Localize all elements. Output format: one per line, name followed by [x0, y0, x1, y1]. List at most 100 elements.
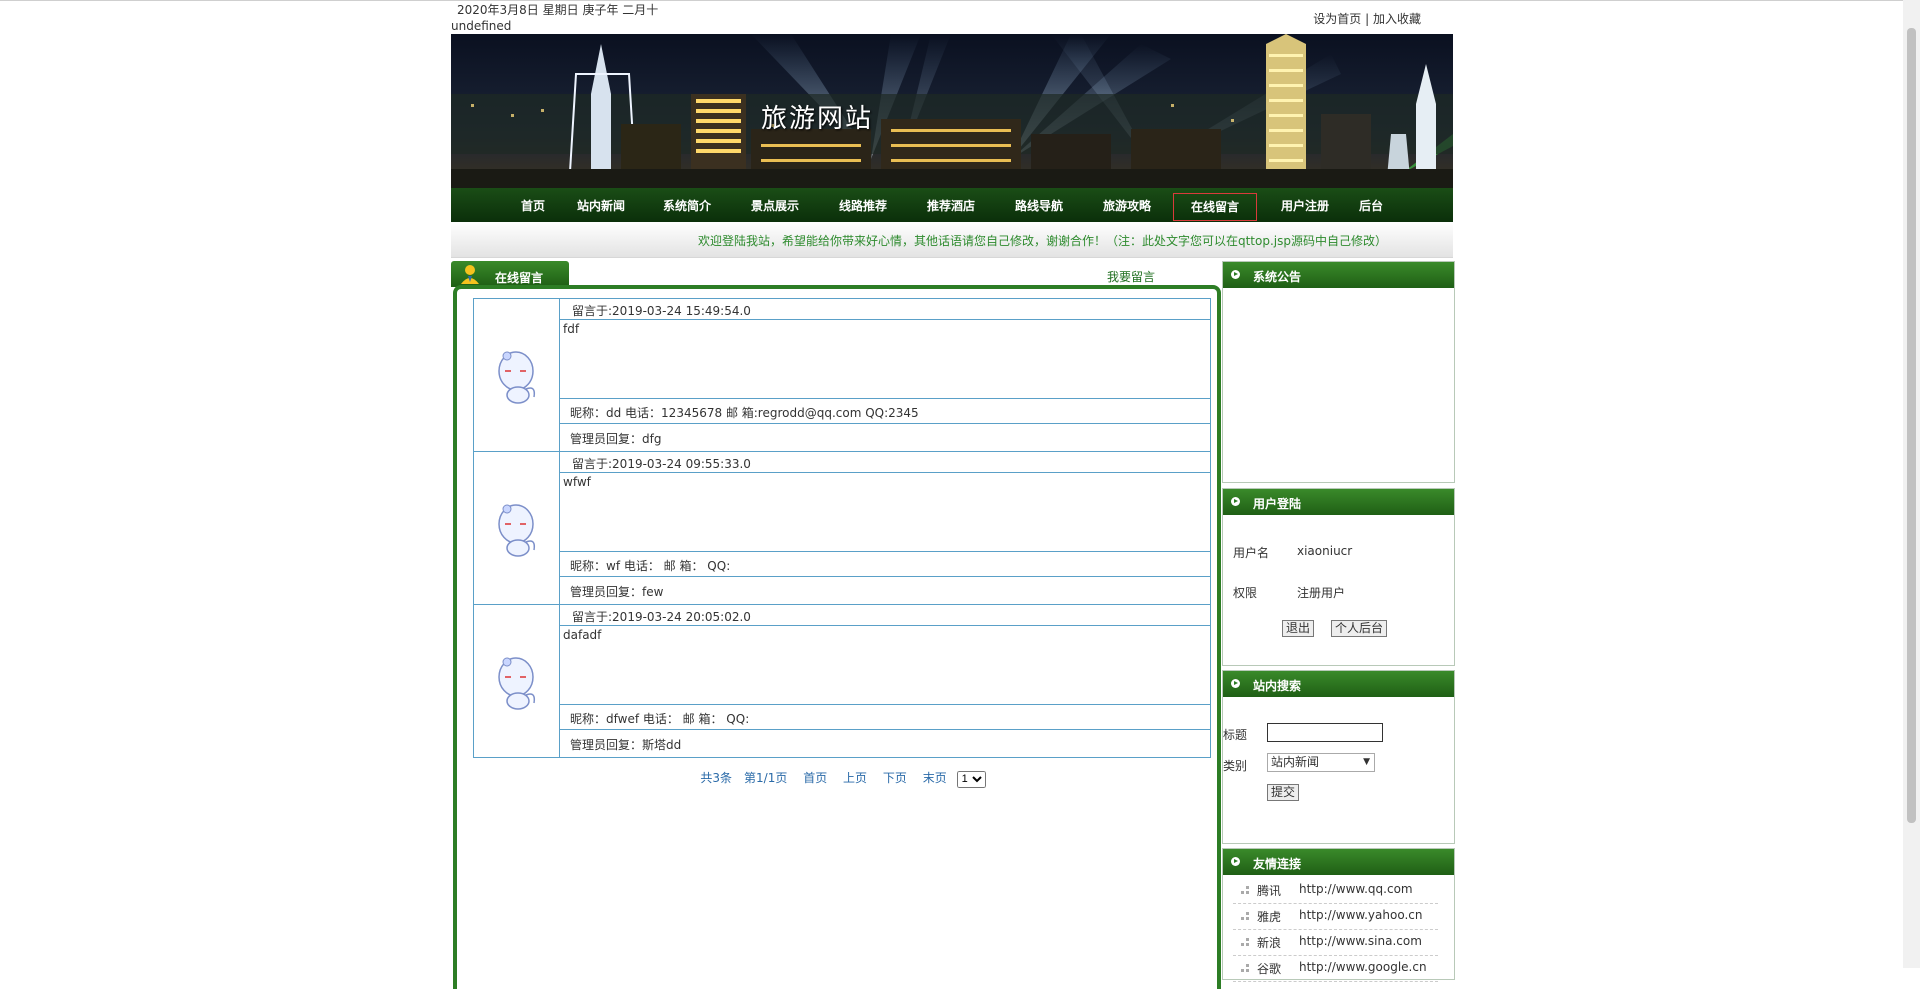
- nav-travel-tips[interactable]: 旅游攻略: [1097, 193, 1157, 219]
- message-reply: 管理员回复：few: [570, 585, 664, 599]
- date-bar: 2020年3月8日 星期日 庚子年 二月十 undefined 设为首页 | 加…: [451, 2, 1453, 34]
- links-header: 友情连接: [1223, 849, 1454, 875]
- banner-city-night-image: [451, 34, 1453, 188]
- notice-title: 系统公告: [1253, 270, 1302, 284]
- message-time-row: 留言于:2019-03-24 15:49:54.0: [560, 299, 1210, 320]
- friend-link-url[interactable]: http://www.qq.com: [1299, 882, 1413, 896]
- role-value: 注册用户: [1297, 586, 1346, 600]
- message-info-row: 昵称：wf 电话： 邮 箱： QQ:: [560, 552, 1210, 577]
- message-content-row: fdf: [560, 320, 1210, 399]
- arrow-icon: [1231, 270, 1240, 279]
- friend-link-name: 新浪: [1257, 936, 1282, 950]
- friend-link-url[interactable]: http://www.sina.com: [1299, 934, 1422, 948]
- nav-system-intro[interactable]: 系统简介: [657, 193, 717, 219]
- page-wrapper: 2020年3月8日 星期日 庚子年 二月十 undefined 设为首页 | 加…: [451, 0, 1455, 989]
- login-box: 用户登陆 用户名 xiaoniucr 权限 注册用户 退出 个人后台: [1222, 488, 1455, 666]
- message-content: fdf: [563, 322, 580, 336]
- message-reply-row: 管理员回复：few: [560, 577, 1210, 603]
- nav-user-register[interactable]: 用户注册: [1275, 193, 1335, 219]
- search-title-label: 标题: [1223, 728, 1248, 742]
- guestbook-panel: 留言于:2019-03-24 15:49:54.0 fdf 昵称：dd 电话：1…: [453, 285, 1221, 989]
- search-title-input[interactable]: [1267, 723, 1383, 742]
- links-box: 友情连接 腾讯 http://www.qq.com 雅虎 http://www.…: [1222, 848, 1455, 982]
- search-submit-button[interactable]: 提交: [1267, 784, 1300, 801]
- message-content: dafadf: [563, 628, 602, 642]
- message-time: 留言于:2019-03-24 20:05:02.0: [572, 610, 751, 624]
- pager-total: 共3条: [700, 771, 733, 785]
- message-time: 留言于:2019-03-24 15:49:54.0: [572, 304, 751, 318]
- arrow-icon: [1231, 857, 1240, 866]
- friend-link[interactable]: 新浪 http://www.sina.com: [1233, 929, 1438, 956]
- page-select[interactable]: 1: [956, 770, 986, 788]
- add-favorite-link[interactable]: 加入收藏: [1373, 12, 1421, 26]
- nav-hotel-recommend[interactable]: 推荐酒店: [921, 193, 981, 219]
- username-value: xiaoniucr: [1297, 544, 1353, 558]
- arrow-icon: [1231, 679, 1240, 688]
- nav-admin[interactable]: 后台: [1349, 193, 1393, 219]
- avatar: [474, 299, 560, 451]
- message-info: 昵称：wf 电话： 邮 箱： QQ:: [570, 559, 731, 573]
- search-category-select[interactable]: 站内新闻 ▼: [1267, 753, 1375, 772]
- nav-site-news[interactable]: 站内新闻: [571, 193, 631, 219]
- message-entry: 留言于:2019-03-24 20:05:02.0 dafadf 昵称：dfwe…: [473, 604, 1211, 758]
- pager-prev[interactable]: 上页: [843, 771, 867, 785]
- friend-link[interactable]: 谷歌 http://www.google.cn: [1233, 955, 1438, 982]
- message-reply-row: 管理员回复：斯塔dd: [560, 730, 1210, 756]
- pagination: 共3条 第1/1页 首页 上页 下页 末页 1: [473, 769, 1207, 788]
- nav-route-recommend[interactable]: 线路推荐: [833, 193, 893, 219]
- cartoon-avatar-icon: [498, 504, 536, 557]
- search-box: 站内搜索 标题 类别 站内新闻 ▼ 提交: [1222, 670, 1455, 844]
- bullet-icon: [1241, 938, 1249, 946]
- notice-box: 系统公告: [1222, 261, 1455, 483]
- message-info: 昵称：dfwef 电话： 邮 箱： QQ:: [570, 712, 750, 726]
- message-content-row: wfwf: [560, 473, 1210, 552]
- role-label: 权限: [1233, 586, 1258, 600]
- cartoon-avatar-icon: [498, 657, 536, 710]
- friend-link-url[interactable]: http://www.yahoo.cn: [1299, 908, 1422, 922]
- logout-button[interactable]: 退出: [1282, 620, 1315, 637]
- message-time: 留言于:2019-03-24 09:55:33.0: [572, 457, 751, 471]
- vertical-scrollbar[interactable]: [1903, 0, 1920, 968]
- message-info-row: 昵称：dd 电话：12345678 邮 箱:regrodd@qq.com QQ:…: [560, 399, 1210, 424]
- message-time-row: 留言于:2019-03-24 20:05:02.0: [560, 605, 1210, 626]
- guestbook-tab: 在线留言: [451, 261, 569, 287]
- search-category-value: 站内新闻: [1271, 755, 1320, 769]
- avatar: [474, 452, 560, 604]
- friend-link[interactable]: 腾讯 http://www.qq.com: [1233, 877, 1438, 904]
- set-home-link[interactable]: 设为首页: [1313, 12, 1361, 26]
- nav-online-message[interactable]: 在线留言: [1173, 193, 1257, 221]
- welcome-bar: 欢迎登陆我站，希望能给你带来好心情，其他话语请您自己修改，谢谢合作！（注：此处文…: [451, 222, 1453, 258]
- banner: 旅游网站: [451, 34, 1453, 188]
- login-header: 用户登陆: [1223, 489, 1454, 515]
- nav-route-guide[interactable]: 路线导航: [1009, 193, 1069, 219]
- login-title: 用户登陆: [1253, 497, 1302, 511]
- pager-first[interactable]: 首页: [803, 771, 827, 785]
- message-content-row: dafadf: [560, 626, 1210, 705]
- friend-link-name: 腾讯: [1257, 884, 1282, 898]
- bullet-icon: [1241, 912, 1249, 920]
- friend-link-url[interactable]: http://www.google.cn: [1299, 960, 1427, 974]
- date-text: 2020年3月8日 星期日 庚子年 二月十: [457, 3, 659, 17]
- arrow-icon: [1231, 497, 1240, 506]
- message-info-row: 昵称：dfwef 电话： 邮 箱： QQ:: [560, 705, 1210, 730]
- nav-home[interactable]: 首页: [511, 193, 555, 219]
- bullet-icon: [1241, 964, 1249, 972]
- search-category-label: 类别: [1223, 759, 1248, 773]
- scrollbar-thumb[interactable]: [1907, 28, 1916, 823]
- message-entry: 留言于:2019-03-24 09:55:33.0 wfwf 昵称：wf 电话：…: [473, 451, 1211, 605]
- message-info: 昵称：dd 电话：12345678 邮 箱:regrodd@qq.com QQ:…: [570, 406, 919, 420]
- main-nav: 首页 站内新闻 系统简介 景点展示 线路推荐 推荐酒店 路线导航 旅游攻略 在线…: [451, 188, 1453, 222]
- bullet-icon: [1241, 886, 1249, 894]
- leave-message-link[interactable]: 我要留言: [1107, 268, 1155, 285]
- search-header: 站内搜索: [1223, 671, 1454, 697]
- avatar: [474, 605, 560, 757]
- friend-link[interactable]: 雅虎 http://www.yahoo.cn: [1233, 903, 1438, 930]
- personal-admin-button[interactable]: 个人后台: [1331, 620, 1388, 637]
- cartoon-avatar-icon: [498, 351, 536, 404]
- links-title: 友情连接: [1253, 857, 1302, 871]
- pager-next[interactable]: 下页: [883, 771, 907, 785]
- message-entry: 留言于:2019-03-24 15:49:54.0 fdf 昵称：dd 电话：1…: [473, 298, 1211, 452]
- pager-last[interactable]: 末页: [923, 771, 947, 785]
- nav-scenic-spots[interactable]: 景点展示: [745, 193, 805, 219]
- notice-header: 系统公告: [1223, 262, 1454, 288]
